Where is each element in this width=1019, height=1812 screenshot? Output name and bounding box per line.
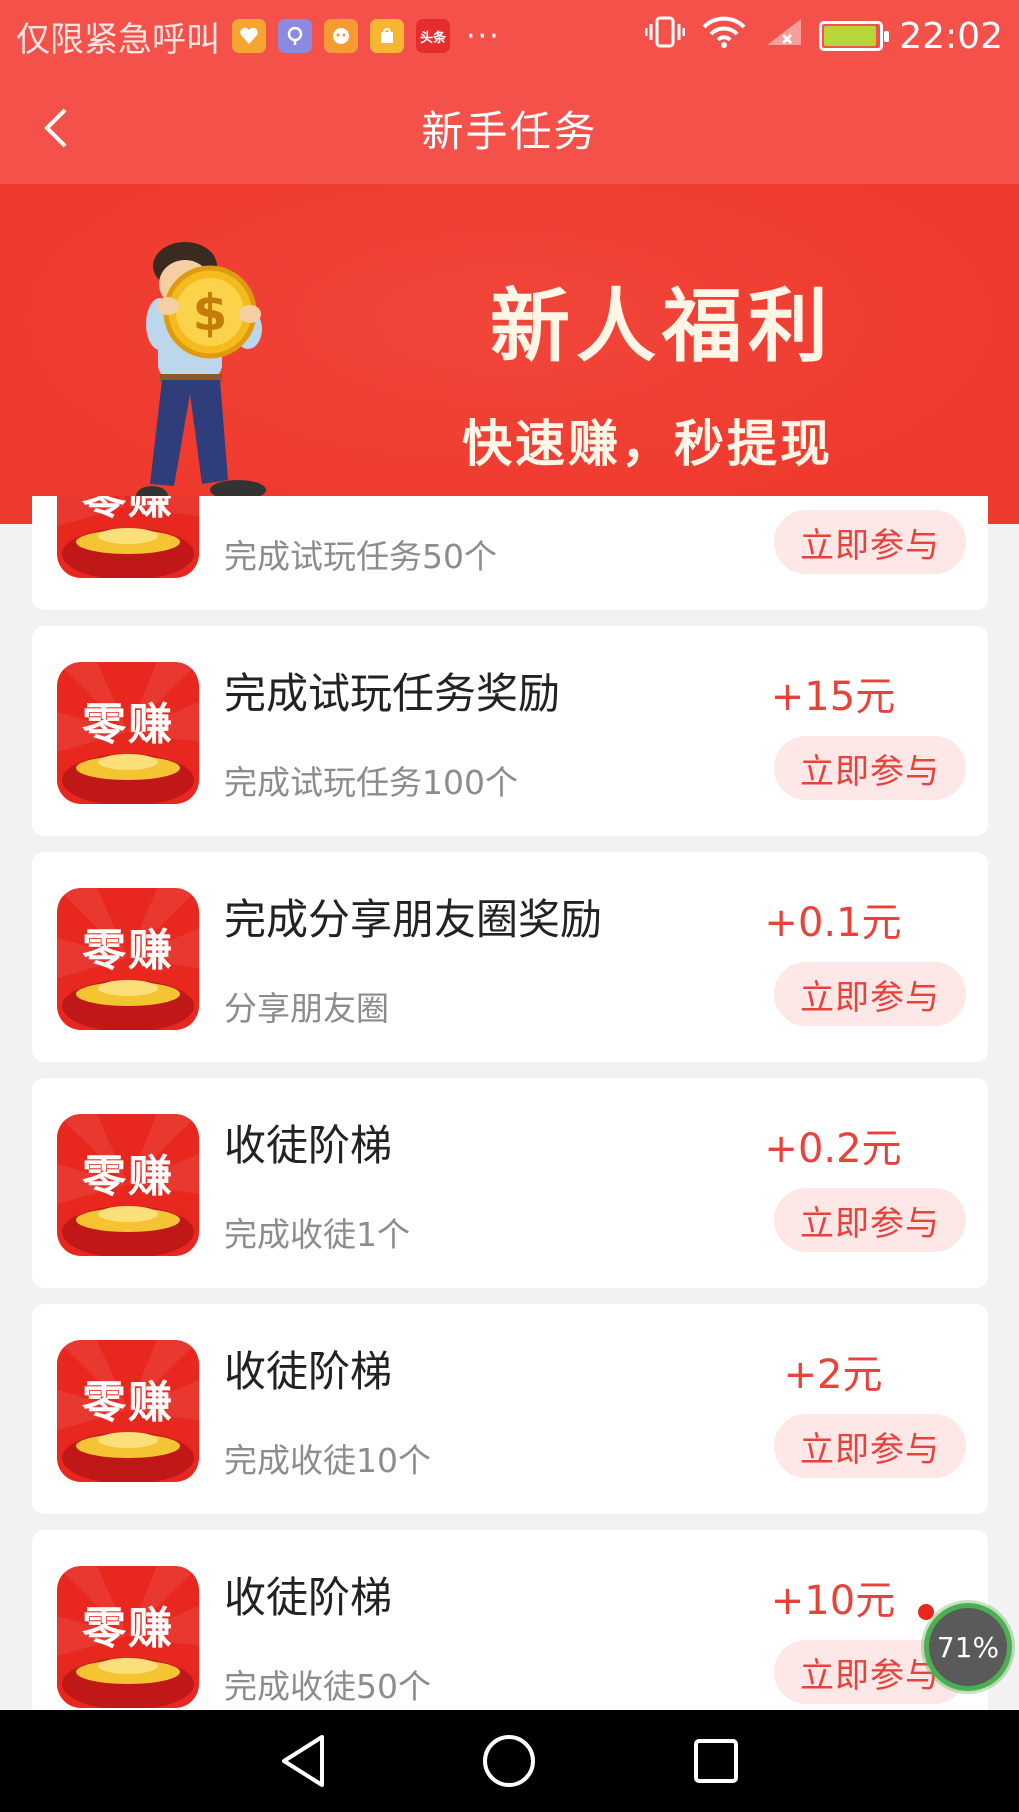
task-title: 完成试玩任务奖励: [224, 669, 561, 718]
triangle-back-icon: [282, 1735, 325, 1787]
svg-text:$: $: [193, 284, 228, 342]
join-button[interactable]: 立即参与: [774, 736, 966, 800]
lingzhuan-app-icon: 零赚: [57, 1114, 199, 1256]
task-card: 零赚 完成试玩任务50个 立即参与: [32, 496, 988, 610]
system-recents-button[interactable]: [681, 1726, 751, 1796]
overflow-notifications: ···: [466, 18, 501, 54]
game-app-icon: [324, 19, 358, 53]
task-title: 收徒阶梯: [224, 1573, 393, 1622]
task-title: 完成分享朋友圈奖励: [224, 895, 603, 944]
task-card: 零赚 收徒阶梯 完成收徒1个 +0.2元 立即参与: [32, 1078, 988, 1288]
health-app-icon: [232, 19, 266, 53]
vibrate-icon: [644, 15, 686, 57]
shop-app-icon: [370, 19, 404, 53]
task-reward: +0.1元: [764, 900, 902, 946]
clock: 22:02: [899, 15, 1003, 57]
task-reward: +0.2元: [764, 1126, 902, 1172]
nav-bar: 新手任务: [0, 72, 1019, 184]
task-description: 完成收徒1个: [224, 1215, 410, 1254]
banner-title: 新人福利: [490, 279, 834, 373]
task-description: 完成试玩任务50个: [224, 537, 497, 576]
page-title: 新手任务: [421, 106, 598, 156]
system-back-button[interactable]: [268, 1726, 338, 1796]
man-holding-coin-illustration: $: [136, 242, 266, 506]
task-description: 分享朋友圈: [224, 989, 389, 1028]
square-recents-icon: [693, 1739, 738, 1783]
system-nav-bar: [0, 1710, 1019, 1812]
task-list[interactable]: 零赚 完成试玩任务50个 立即参与 零赚 完成试玩任务奖励 完成试玩任务100个…: [0, 496, 1019, 1710]
task-title: 收徒阶梯: [224, 1347, 393, 1396]
task-reward: +15元: [770, 674, 896, 720]
signal-icon: [763, 15, 803, 57]
task-description: 完成试玩任务100个: [224, 763, 518, 802]
lingzhuan-app-icon: 零赚: [57, 888, 199, 1030]
battery-icon: [819, 21, 890, 51]
system-home-button[interactable]: [474, 1726, 544, 1796]
chevron-left-icon: [44, 108, 67, 148]
lingzhuan-app-icon: 零赚: [57, 1566, 199, 1708]
toutiao-app-icon: 头条: [416, 19, 450, 53]
task-reward: +2元: [783, 1352, 883, 1398]
task-card: 零赚 完成分享朋友圈奖励 分享朋友圈 +0.1元 立即参与: [32, 852, 988, 1062]
task-card: 零赚 收徒阶梯 完成收徒10个 +2元 立即参与: [32, 1304, 988, 1514]
status-bar: 仅限紧急呼叫 头条 ··· 22:02: [0, 0, 1019, 72]
task-card: 零赚 完成试玩任务奖励 完成试玩任务100个 +15元 立即参与: [32, 626, 988, 836]
banner-subtitle: 快速赚，秒提现: [462, 415, 833, 473]
wifi-icon: [701, 15, 747, 57]
task-description: 完成收徒50个: [224, 1667, 431, 1706]
notification-dot: [918, 1604, 934, 1620]
join-button[interactable]: 立即参与: [774, 1188, 966, 1252]
lingzhuan-app-icon: 零赚: [57, 662, 199, 804]
speed-boost-widget[interactable]: 71%: [924, 1603, 1012, 1691]
task-reward: +10元: [770, 1578, 896, 1624]
lingzhuan-app-icon: 零赚: [57, 1340, 199, 1482]
back-button[interactable]: [28, 100, 84, 156]
task-title: 收徒阶梯: [224, 1121, 393, 1170]
join-button[interactable]: 立即参与: [774, 962, 966, 1026]
circle-home-icon: [483, 1735, 536, 1787]
task-card: 零赚 收徒阶梯 完成收徒50个 +10元 立即参与: [32, 1530, 988, 1710]
join-button[interactable]: 立即参与: [774, 1414, 966, 1478]
join-button[interactable]: 立即参与: [774, 510, 966, 574]
carrier-text: 仅限紧急呼叫: [16, 19, 220, 60]
task-description: 完成收徒10个: [224, 1441, 431, 1480]
welcome-banner: $ 新人福利 快速赚，秒提现: [0, 184, 1019, 524]
location-app-icon: [278, 19, 312, 53]
lingzhuan-app-icon: 零赚: [57, 496, 199, 578]
